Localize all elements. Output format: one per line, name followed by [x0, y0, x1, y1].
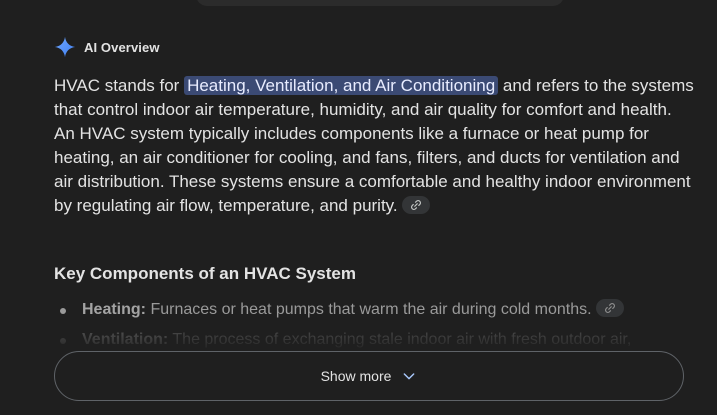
ai-overview-header: AI Overview	[54, 36, 160, 58]
summary-paragraph: HVAC stands for Heating, Ventilation, an…	[54, 74, 694, 218]
highlighted-definition: Heating, Ventilation, and Air Conditioni…	[184, 76, 499, 95]
list-item-text: The process of exchanging stale indoor a…	[168, 331, 632, 348]
show-more-button[interactable]: Show more	[54, 351, 684, 401]
section-heading: Key Components of an HVAC System	[54, 264, 356, 283]
link-icon	[604, 302, 615, 313]
list-item: Heating: Furnaces or heat pumps that war…	[54, 296, 694, 326]
sparkle-icon	[54, 36, 76, 58]
bullet	[60, 338, 66, 344]
search-bar-edge	[196, 0, 564, 6]
show-more-label: Show more	[320, 368, 392, 384]
citation-link-button[interactable]	[401, 195, 430, 214]
list-item-text: Furnaces or heat pumps that warm the air…	[146, 301, 592, 318]
summary-text-start: HVAC stands for	[54, 76, 185, 95]
summary-text-rest: and refers to the systems that control i…	[54, 76, 694, 215]
ai-overview-panel: AI Overview HVAC stands for Heating, Ven…	[0, 0, 717, 415]
components-list: Heating: Furnaces or heat pumps that war…	[54, 296, 694, 356]
chevron-down-icon	[404, 373, 415, 380]
link-icon	[410, 199, 421, 210]
ai-overview-title: AI Overview	[84, 39, 160, 55]
bullet	[60, 308, 66, 314]
list-item-term: Ventilation:	[82, 331, 169, 348]
citation-link-button[interactable]	[595, 298, 624, 317]
list-item-term: Heating:	[82, 301, 146, 318]
